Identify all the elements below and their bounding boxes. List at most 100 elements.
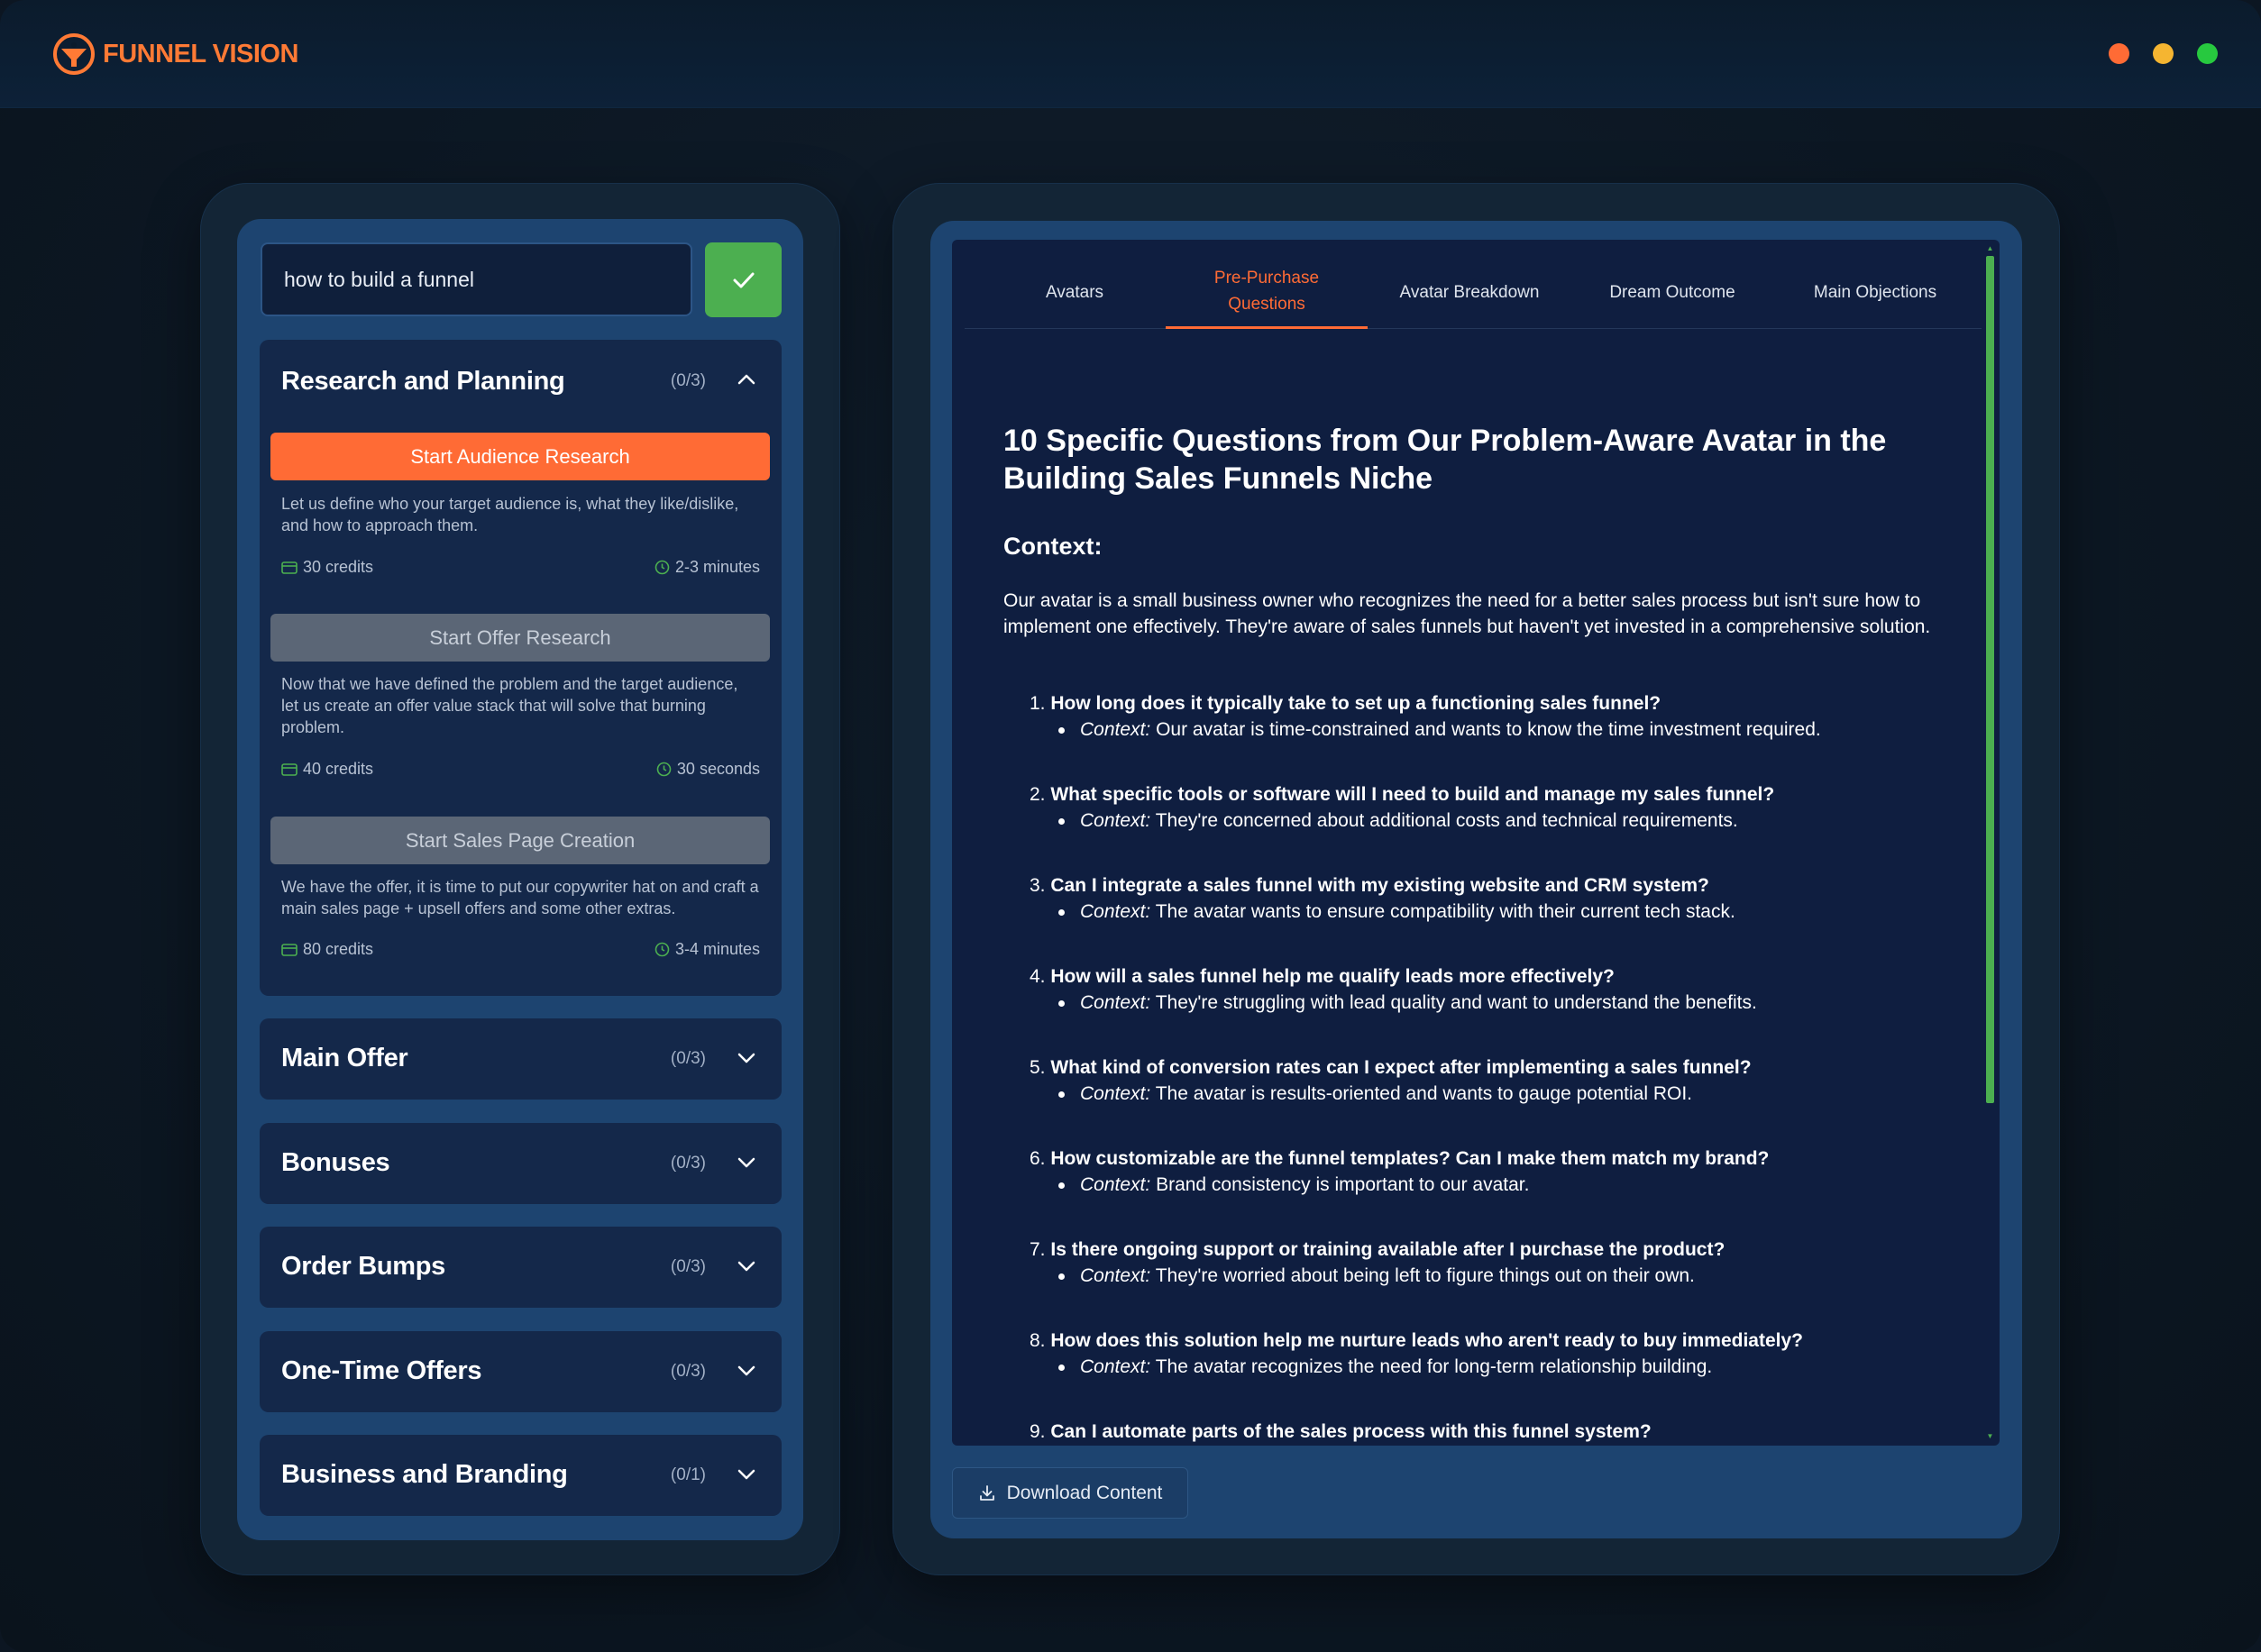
brand-name: FUNNEL VISION: [103, 39, 298, 68]
chevron-down-icon[interactable]: [737, 1361, 756, 1381]
section-progress-count: (0/3): [670, 1362, 706, 1381]
time-label: 3-4 minutes: [674, 940, 760, 958]
question-label: How will a sales funnel help me qualify …: [1050, 966, 1615, 987]
credits-info: 40 credits: [281, 760, 373, 779]
question-number: 1.: [1030, 693, 1046, 714]
section-header[interactable]: Research and Planning (0/3): [260, 340, 782, 421]
download-label: Download Content: [1006, 1482, 1163, 1503]
context-label: Context:: [1080, 1265, 1151, 1286]
confirm-button[interactable]: [705, 242, 782, 317]
action-description: Now that we have defined the problem and…: [281, 675, 738, 736]
question-text: 2. What specific tools or software will …: [1030, 781, 1976, 808]
question-label: Is there ongoing support or training ava…: [1050, 1239, 1726, 1260]
tab-pre-purchase-questions[interactable]: Pre-Purchase Questions: [1166, 255, 1368, 329]
brand[interactable]: FUNNEL VISION: [52, 32, 298, 76]
credit-card-icon: [281, 762, 298, 776]
chevron-down-icon[interactable]: [737, 1465, 756, 1484]
question-number: 9.: [1030, 1421, 1046, 1442]
start-offer-research-button[interactable]: Start Offer Research: [270, 614, 770, 662]
question-text: 5. What kind of conversion rates can I e…: [1030, 1054, 1976, 1081]
section-title: Order Bumps: [281, 1252, 446, 1281]
question-context: Context: The avatar wants to ensure comp…: [1058, 899, 1976, 925]
question-number: 3.: [1030, 875, 1046, 896]
question-number: 4.: [1030, 966, 1046, 987]
question-label: Can I integrate a sales funnel with my e…: [1050, 875, 1709, 896]
question-item: 3. Can I integrate a sales funnel with m…: [1030, 872, 1976, 925]
context-detail: They're concerned about additional costs…: [1155, 810, 1738, 831]
section-title: Business and Branding: [281, 1460, 568, 1489]
question-label: Can I automate parts of the sales proces…: [1050, 1421, 1652, 1442]
context-label: Context:: [1080, 1083, 1151, 1104]
section-progress-count: (0/3): [670, 1154, 706, 1173]
app-window: FUNNEL VISION Research and Planning (0/3…: [0, 0, 2261, 1652]
tab-dream-outcome[interactable]: Dream Outcome: [1571, 255, 1773, 329]
start-sales-page-creation-button[interactable]: Start Sales Page Creation: [270, 817, 770, 864]
scroll-thumb[interactable]: [1986, 256, 1994, 1103]
context-detail: Our avatar is time-constrained and wants…: [1156, 719, 1821, 740]
section-title: Main Offer: [281, 1044, 408, 1072]
tab-avatar-breakdown[interactable]: Avatar Breakdown: [1368, 255, 1570, 329]
section-progress-count: (0/3): [670, 1257, 706, 1276]
tab-avatars[interactable]: Avatars: [974, 255, 1176, 329]
question-label: How customizable are the funnel template…: [1050, 1148, 1770, 1169]
question-context: Context: The avatar is results-oriented …: [1058, 1081, 1976, 1107]
time-label: 2-3 minutes: [674, 558, 760, 576]
time-info: 30 seconds: [656, 760, 760, 779]
context-label: Context:: [1080, 1174, 1151, 1195]
section-order-bumps[interactable]: Order Bumps (0/3): [260, 1227, 782, 1308]
credits-label: 30 credits: [303, 558, 374, 576]
question-context: Context: Brand consistency is important …: [1058, 1172, 1976, 1198]
section-title: Research and Planning: [281, 367, 565, 396]
context-detail: The avatar recognizes the need for long-…: [1155, 1356, 1713, 1377]
section-bonuses[interactable]: Bonuses (0/3): [260, 1123, 782, 1204]
credits-label: 80 credits: [303, 940, 374, 958]
question-text: 8. How does this solution help me nurtur…: [1030, 1328, 1976, 1354]
question-text: 4. How will a sales funnel help me quali…: [1030, 963, 1976, 990]
question-number: 8.: [1030, 1330, 1046, 1351]
section-main-offer[interactable]: Main Offer (0/3): [260, 1018, 782, 1100]
question-text: 1. How long does it typically take to se…: [1030, 690, 1976, 716]
document-title: 10 Specific Questions from Our Problem-A…: [1003, 424, 1887, 496]
question-label: How does this solution help me nurture l…: [1050, 1330, 1803, 1351]
window-dot-yellow[interactable]: [2153, 43, 2174, 64]
chevron-up-icon[interactable]: [737, 370, 756, 389]
section-one-time-offers[interactable]: One-Time Offers (0/3): [260, 1331, 782, 1412]
content-scrollbar[interactable]: ▲ ▼: [1986, 245, 1994, 1440]
context-detail: They're worried about being left to figu…: [1155, 1265, 1695, 1286]
question-item: 2. What specific tools or software will …: [1030, 781, 1976, 834]
window-dot-red[interactable]: [2109, 43, 2129, 64]
top-bar: FUNNEL VISION: [0, 0, 2261, 108]
question-context: Context: Our avatar is time-constrained …: [1058, 716, 1976, 743]
chevron-down-icon[interactable]: [737, 1256, 756, 1276]
question-item: 7. Is there ongoing support or training …: [1030, 1237, 1976, 1289]
chevron-down-icon[interactable]: [737, 1153, 756, 1173]
question-number: 6.: [1030, 1148, 1046, 1169]
context-heading: Context:: [1003, 533, 1103, 560]
context-detail: The avatar wants to ensure compatibility…: [1155, 901, 1735, 922]
section-business-and-branding[interactable]: Business and Branding (0/1): [260, 1435, 782, 1516]
window-dot-green[interactable]: [2197, 43, 2218, 64]
time-info: 2-3 minutes: [654, 558, 760, 577]
tab-main-objections[interactable]: Main Objections: [1774, 255, 1976, 329]
scroll-down-arrow-icon[interactable]: ▼: [1986, 1433, 1994, 1440]
clock-icon: [654, 560, 670, 575]
time-label: 30 seconds: [676, 760, 760, 778]
chevron-down-icon[interactable]: [737, 1048, 756, 1068]
search-input[interactable]: [261, 242, 692, 316]
credits-info: 80 credits: [281, 940, 373, 959]
question-context: Context: They're struggling with lead qu…: [1058, 990, 1976, 1016]
context-label: Context:: [1080, 1356, 1151, 1377]
question-text: 3. Can I integrate a sales funnel with m…: [1030, 872, 1976, 899]
question-text: 7. Is there ongoing support or training …: [1030, 1237, 1976, 1263]
question-number: 2.: [1030, 784, 1046, 805]
clock-icon: [656, 762, 672, 777]
start-audience-research-button[interactable]: Start Audience Research: [270, 433, 770, 480]
context-label: Context:: [1080, 719, 1151, 740]
credits-info: 30 credits: [281, 558, 373, 577]
question-label: What kind of conversion rates can I expe…: [1050, 1057, 1752, 1078]
download-content-button[interactable]: Download Content: [952, 1467, 1188, 1519]
question-label: How long does it typically take to set u…: [1050, 693, 1661, 714]
funnel-vision-logo-icon: [53, 33, 95, 75]
scroll-up-arrow-icon[interactable]: ▲: [1986, 245, 1994, 252]
context-text: Our avatar is a small business owner who…: [1003, 590, 1931, 637]
